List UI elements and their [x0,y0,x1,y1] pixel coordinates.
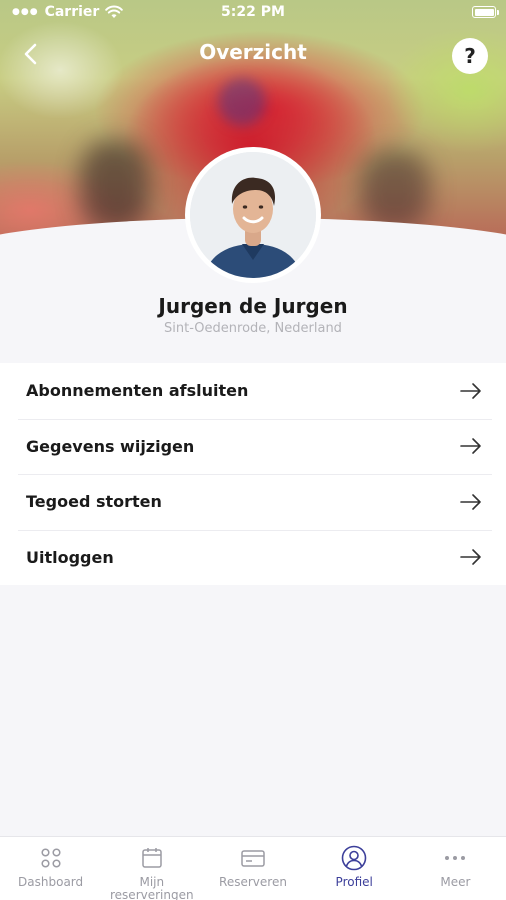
profile-photo [190,152,316,278]
tab-my-reservations[interactable]: Mijn reserveringen [101,837,202,900]
grid-icon [41,848,61,868]
page-title: Overzicht [199,40,307,64]
avatar [185,147,321,283]
calendar-icon [142,848,162,868]
menu-item-label: Gegevens wijzigen [26,436,195,456]
tab-label: Mijn reserveringen [110,875,194,900]
tab-label: Reserveren [219,875,287,889]
menu-item-label: Tegoed storten [26,492,162,512]
menu-item-label: Uitloggen [26,547,114,567]
tab-more[interactable]: Meer [405,837,506,900]
tab-bar: Dashboard Mijn reserveringen Reserveren [0,836,506,900]
menu-item-label: Abonnementen afsluiten [26,381,249,401]
tab-label: Dashboard [18,875,84,889]
more-icon [445,856,466,860]
menu-item-subscriptions[interactable]: Abonnementen afsluiten [0,363,506,419]
status-bar: ●●● Carrier 5:22 PM [0,0,506,26]
tab-label: Profiel [335,875,373,889]
status-time: 5:22 PM [221,4,285,20]
arrow-right-icon [460,438,481,455]
arrow-right-icon [460,382,481,399]
profile-name: Jurgen de Jurgen [158,294,348,318]
profile-overview-screen: ●●● Carrier 5:22 PM Overzicht ? Jurgen d… [0,0,506,900]
profile-icon [341,845,367,871]
tab-label: Meer [440,875,471,889]
battery-icon [472,6,499,18]
card-icon [241,850,265,867]
tab-dashboard[interactable]: Dashboard [0,837,101,900]
menu-item-deposit-credit[interactable]: Tegoed storten [0,474,506,530]
tab-profile[interactable]: Profiel [304,837,405,900]
tab-reserve[interactable]: Reserveren [202,837,303,900]
profile-menu: Abonnementen afsluiten Gegevens wijzigen… [0,363,506,585]
help-button[interactable]: ? [452,38,488,74]
arrow-right-icon [460,549,481,566]
menu-item-edit-details[interactable]: Gegevens wijzigen [0,418,506,475]
menu-item-logout[interactable]: Uitloggen [0,529,506,586]
profile-location: Sint-Oedenrode, Nederland [164,321,342,336]
arrow-right-icon [460,493,481,510]
